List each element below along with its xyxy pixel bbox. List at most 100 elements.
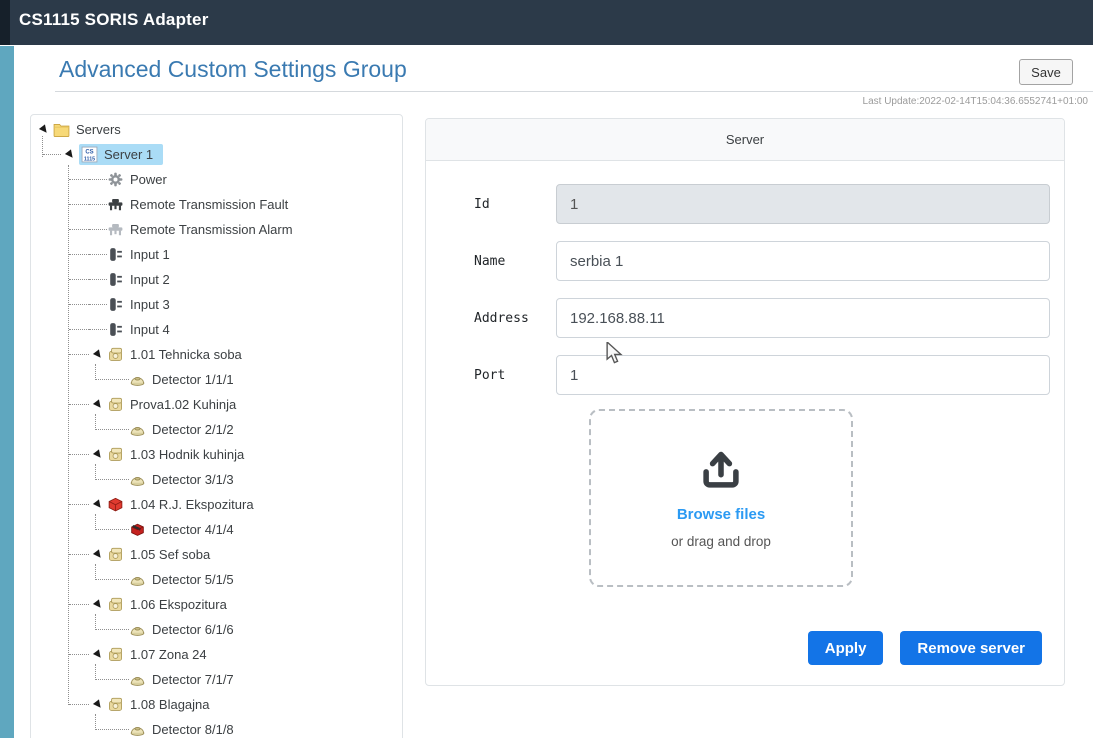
browse-files-link[interactable]: Browse files bbox=[677, 506, 765, 523]
tree-node-label: Input 3 bbox=[130, 297, 170, 312]
tree-node-label: Detector 8/1/8 bbox=[152, 722, 234, 737]
app-title: CS1115 SORIS Adapter bbox=[19, 10, 209, 30]
tree-node-label: Servers bbox=[76, 122, 121, 137]
zone-icon bbox=[107, 596, 124, 613]
tree-node[interactable]: Power bbox=[31, 167, 402, 192]
tree-node[interactable]: ▶CS1115Server 1 bbox=[31, 142, 402, 167]
remove-server-button[interactable]: Remove server bbox=[900, 631, 1042, 665]
tree-connector bbox=[89, 304, 107, 305]
expand-arrow-icon[interactable]: ▶ bbox=[61, 146, 79, 164]
tree-node[interactable]: Remote Transmission Fault bbox=[31, 192, 402, 217]
tree-node-label: 1.03 Hodnik kuhinja bbox=[130, 447, 244, 462]
address-field[interactable] bbox=[556, 298, 1050, 338]
detector-icon bbox=[129, 571, 146, 588]
tree-node[interactable]: ▶1.07 Zona 24 bbox=[31, 642, 402, 667]
name-label: Name bbox=[474, 254, 505, 269]
zone-icon bbox=[107, 396, 124, 413]
tree-connector bbox=[89, 279, 107, 280]
power-icon bbox=[107, 171, 124, 188]
tree-node[interactable]: ▶ 1.08 Blagajna bbox=[31, 692, 402, 717]
tree-node[interactable]: Detector 7/1/7 bbox=[31, 667, 402, 692]
tree-node[interactable]: Detector 4/1/4 bbox=[31, 517, 402, 542]
tree-node-label: Input 1 bbox=[130, 247, 170, 262]
zone-icon bbox=[107, 346, 124, 363]
tree-connector bbox=[89, 179, 107, 180]
tree-connector bbox=[69, 179, 89, 180]
tree-node[interactable]: ▶ Servers bbox=[31, 117, 402, 142]
expand-arrow-icon[interactable]: ▶ bbox=[89, 496, 107, 514]
tree-connector bbox=[69, 279, 89, 280]
input-icon bbox=[107, 271, 124, 288]
tree-node-label: Remote Transmission Alarm bbox=[130, 222, 293, 237]
tree-connector bbox=[69, 704, 89, 705]
tree-node[interactable]: ▶1.01 Tehnicka soba bbox=[31, 342, 402, 367]
expand-arrow-icon[interactable]: ▶ bbox=[89, 396, 107, 414]
tree-connector bbox=[89, 254, 107, 255]
tree-connector bbox=[95, 714, 129, 730]
server-tree: ▶Servers▶CS1115Server 1PowerRemote Trans… bbox=[31, 117, 402, 738]
expand-arrow-icon[interactable]: ▶ bbox=[89, 546, 107, 564]
tree-node[interactable]: ▶1.04 R.J. Ekspozitura bbox=[31, 492, 402, 517]
input-icon bbox=[107, 296, 124, 313]
detector-icon bbox=[129, 721, 146, 738]
tree-node-label: Detector 6/1/6 bbox=[152, 622, 234, 637]
input-icon bbox=[107, 246, 124, 263]
expand-arrow-icon[interactable]: ▶ bbox=[89, 646, 107, 664]
tree-node[interactable]: Detector 8/1/8 bbox=[31, 717, 402, 738]
tree-node[interactable]: Input 4 bbox=[31, 317, 402, 342]
tree-node-label: 1.05 Sef soba bbox=[130, 547, 210, 562]
tree-connector bbox=[89, 204, 107, 205]
tree-connector bbox=[89, 329, 107, 330]
id-field[interactable] bbox=[556, 184, 1050, 224]
expand-arrow-icon[interactable]: ▶ bbox=[89, 446, 107, 464]
tree-node[interactable]: Detector 2/1/2 bbox=[31, 417, 402, 442]
expand-arrow-icon[interactable]: ▶ bbox=[35, 121, 53, 139]
cs1115-icon: CS1115 bbox=[81, 146, 98, 163]
tree-node-label: Input 4 bbox=[130, 322, 170, 337]
expand-arrow-icon[interactable]: ▶ bbox=[89, 596, 107, 614]
app-header: CS1115 SORIS Adapter bbox=[0, 0, 1093, 45]
name-field[interactable] bbox=[556, 241, 1050, 281]
expand-arrow-icon[interactable]: ▶ bbox=[89, 696, 107, 714]
expand-arrow-icon[interactable]: ▶ bbox=[89, 346, 107, 364]
detector-icon bbox=[129, 671, 146, 688]
id-label: Id bbox=[474, 197, 490, 212]
tree-connector bbox=[69, 604, 89, 605]
zone-icon bbox=[107, 546, 124, 563]
zone-icon bbox=[107, 696, 124, 713]
apply-button[interactable]: Apply bbox=[808, 631, 884, 665]
tree-node[interactable]: Detector 5/1/5 bbox=[31, 567, 402, 592]
form-actions: Apply Remove server bbox=[808, 631, 1042, 665]
tree-connector bbox=[95, 414, 129, 430]
tree-node-label: Detector 4/1/4 bbox=[152, 522, 234, 537]
address-label: Address bbox=[474, 311, 529, 326]
server-tree-panel: ▶Servers▶CS1115Server 1PowerRemote Trans… bbox=[30, 114, 403, 738]
tree-node[interactable]: Input 2 bbox=[31, 267, 402, 292]
tree-connector bbox=[69, 404, 89, 405]
tree-connector bbox=[69, 654, 89, 655]
tree-connector bbox=[95, 614, 129, 630]
field-row-name: Name bbox=[426, 241, 1064, 281]
save-button[interactable]: Save bbox=[1019, 59, 1073, 85]
tree-node-label: Prova1.02 Kuhinja bbox=[130, 397, 236, 412]
tree-connector bbox=[69, 454, 89, 455]
tree-connector bbox=[89, 229, 107, 230]
tree-node[interactable]: ▶ Prova1.02 Kuhinja bbox=[31, 392, 402, 417]
tree-node-label: 1.08 Blagajna bbox=[130, 697, 210, 712]
transmission-dark-icon bbox=[107, 196, 124, 213]
file-dropzone[interactable]: Browse files or drag and drop bbox=[589, 409, 853, 587]
tree-node[interactable]: Input 3 bbox=[31, 292, 402, 317]
upload-icon bbox=[698, 448, 744, 495]
tree-node[interactable]: Input 1 bbox=[31, 242, 402, 267]
tree-node[interactable]: ▶ 1.05 Sef soba bbox=[31, 542, 402, 567]
tree-node[interactable]: ▶ 1.03 Hodnik kuhinja bbox=[31, 442, 402, 467]
tree-node[interactable]: Remote Transmission Alarm bbox=[31, 217, 402, 242]
tree-node[interactable]: Detector 3/1/3 bbox=[31, 467, 402, 492]
tree-node[interactable]: Detector 1/1/1 bbox=[31, 367, 402, 392]
port-field[interactable] bbox=[556, 355, 1050, 395]
tree-connector bbox=[69, 204, 89, 205]
tree-connector bbox=[69, 504, 89, 505]
field-row-port: Port bbox=[426, 355, 1064, 395]
tree-node[interactable]: ▶1.06 Ekspozitura bbox=[31, 592, 402, 617]
tree-node[interactable]: Detector 6/1/6 bbox=[31, 617, 402, 642]
